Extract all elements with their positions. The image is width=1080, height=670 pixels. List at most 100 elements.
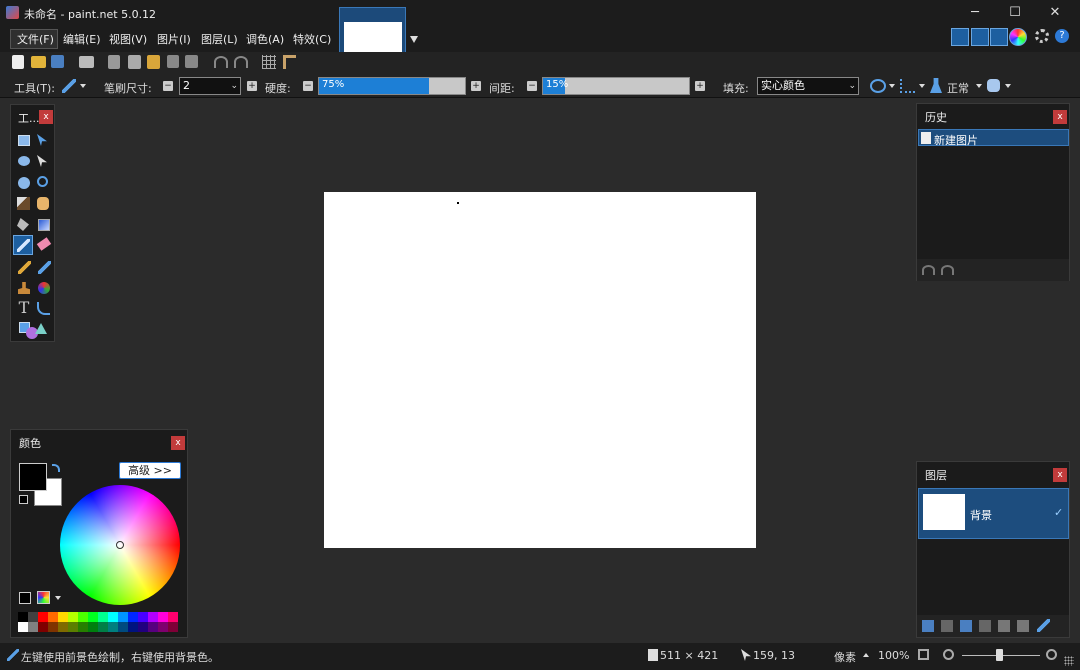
crop-icon[interactable] <box>167 55 179 68</box>
palette-swatch[interactable] <box>108 612 118 622</box>
menu-file[interactable]: 文件(F) <box>17 31 54 47</box>
reset-colors-icon[interactable] <box>19 495 28 504</box>
grid-icon[interactable] <box>262 55 276 69</box>
tab-overflow-icon[interactable] <box>410 36 418 43</box>
palette-menu-icon[interactable] <box>37 591 50 604</box>
palette-swatch[interactable] <box>68 622 78 632</box>
palette-swatch[interactable] <box>98 612 108 622</box>
tools-toggle-icon[interactable] <box>951 28 969 46</box>
menu-adjustments[interactable]: 调色(A) <box>246 31 284 47</box>
antialias-icon[interactable] <box>870 79 886 93</box>
blend-mode-value[interactable]: 正常 <box>947 80 969 96</box>
blend-mode-icon[interactable] <box>930 78 942 93</box>
help-icon[interactable]: ? <box>1055 29 1069 43</box>
image-canvas[interactable] <box>324 192 756 548</box>
paintbrush-tool-icon[interactable] <box>13 235 33 255</box>
spacing-increase[interactable]: + <box>695 81 705 91</box>
move-selection-icon[interactable] <box>35 153 53 171</box>
palette-swatch[interactable] <box>38 622 48 632</box>
tools-close-button[interactable]: x <box>39 110 53 124</box>
deselect-icon[interactable] <box>185 55 198 68</box>
layers-close-button[interactable]: x <box>1053 468 1067 482</box>
primary-color-swatch[interactable] <box>19 463 47 491</box>
palette-swatch[interactable] <box>18 622 28 632</box>
alpha-blend-icon[interactable] <box>900 79 915 93</box>
palette-swatch[interactable] <box>118 622 128 632</box>
move-layer-up-icon[interactable] <box>998 620 1010 632</box>
line-curve-icon[interactable] <box>35 300 53 318</box>
close-button[interactable]: ✕ <box>1035 0 1075 26</box>
alpha-dropdown-icon[interactable] <box>919 84 925 88</box>
palette-swatch[interactable] <box>148 622 158 632</box>
palette-swatch[interactable] <box>168 622 178 632</box>
palette-swatch[interactable] <box>48 612 58 622</box>
palette-swatch[interactable] <box>58 612 68 622</box>
gradient-icon[interactable] <box>35 216 53 234</box>
palette-swatch[interactable] <box>138 612 148 622</box>
brush-size-increase[interactable]: + <box>247 81 257 91</box>
selection-mode-icon[interactable] <box>987 79 1000 92</box>
layer-visible-checkbox[interactable]: ✓ <box>1054 507 1065 518</box>
palette-swatch[interactable] <box>98 622 108 632</box>
colors-toggle-icon[interactable] <box>1009 28 1027 46</box>
text-icon[interactable]: T <box>15 299 33 317</box>
menu-edit[interactable]: 编辑(E) <box>63 31 101 47</box>
eraser-icon[interactable] <box>35 237 53 255</box>
palette-swatch[interactable] <box>108 622 118 632</box>
history-redo-icon[interactable] <box>941 265 954 275</box>
move-layer-down-icon[interactable] <box>1017 620 1029 632</box>
lasso-select-icon[interactable] <box>15 153 33 171</box>
zoom-out-icon[interactable] <box>943 649 954 660</box>
palette-swatch[interactable] <box>48 622 58 632</box>
cut-icon[interactable] <box>108 55 120 69</box>
selection-dropdown-icon[interactable] <box>1005 84 1011 88</box>
color-wheel-handle[interactable] <box>116 541 124 549</box>
palette-swatch[interactable] <box>28 612 38 622</box>
paste-icon[interactable] <box>147 55 160 69</box>
fill-combo[interactable]: 实心颜色 ⌄ <box>757 77 859 95</box>
add-color-icon[interactable] <box>19 592 31 604</box>
pencil-icon[interactable] <box>15 258 33 276</box>
layer-row[interactable]: 背景 ✓ <box>918 488 1069 539</box>
palette-swatch[interactable] <box>38 612 48 622</box>
palette-swatch[interactable] <box>158 612 168 622</box>
brush-size-decrease[interactable]: − <box>163 81 173 91</box>
color-wheel[interactable] <box>60 485 180 605</box>
resize-grip-icon[interactable] <box>1064 656 1074 666</box>
zoom-icon[interactable] <box>35 174 53 192</box>
palette-swatch[interactable] <box>78 612 88 622</box>
palette-swatch[interactable] <box>138 622 148 632</box>
tool-dropdown-icon[interactable] <box>80 84 86 88</box>
paint-bucket-icon[interactable] <box>15 216 33 234</box>
add-layer-icon[interactable] <box>922 620 934 632</box>
print-icon[interactable] <box>79 56 94 68</box>
history-close-button[interactable]: x <box>1053 110 1067 124</box>
hardness-decrease[interactable]: − <box>303 81 313 91</box>
save-icon[interactable] <box>51 55 64 68</box>
pan-icon[interactable] <box>35 195 53 213</box>
redo-icon[interactable] <box>234 56 248 68</box>
menu-effects[interactable]: 特效(C) <box>293 31 331 47</box>
new-icon[interactable] <box>12 55 24 69</box>
zoom-value[interactable]: 100% <box>878 649 909 662</box>
colors-close-button[interactable]: x <box>171 436 185 450</box>
layers-toggle-icon[interactable] <box>990 28 1008 46</box>
ruler-icon[interactable] <box>283 55 296 69</box>
zoom-to-window-icon[interactable] <box>918 649 929 660</box>
palette-dropdown-icon[interactable] <box>55 596 61 600</box>
units-dropdown-icon[interactable] <box>863 653 869 657</box>
palette-swatch[interactable] <box>128 622 138 632</box>
move-selected-icon[interactable] <box>35 132 53 150</box>
settings-icon[interactable] <box>1035 29 1049 43</box>
minimize-button[interactable]: ─ <box>955 0 995 26</box>
delete-layer-icon[interactable] <box>941 620 953 632</box>
magic-wand-icon[interactable] <box>15 195 33 213</box>
menu-layers[interactable]: 图层(L) <box>201 31 238 47</box>
clone-stamp-icon[interactable] <box>15 279 33 297</box>
paintbrush-icon[interactable] <box>62 79 76 93</box>
undo-icon[interactable] <box>214 56 228 68</box>
palette-swatch[interactable] <box>158 622 168 632</box>
history-toggle-icon[interactable] <box>971 28 989 46</box>
palette-swatch[interactable] <box>118 612 128 622</box>
shapes-icon[interactable] <box>19 320 49 340</box>
